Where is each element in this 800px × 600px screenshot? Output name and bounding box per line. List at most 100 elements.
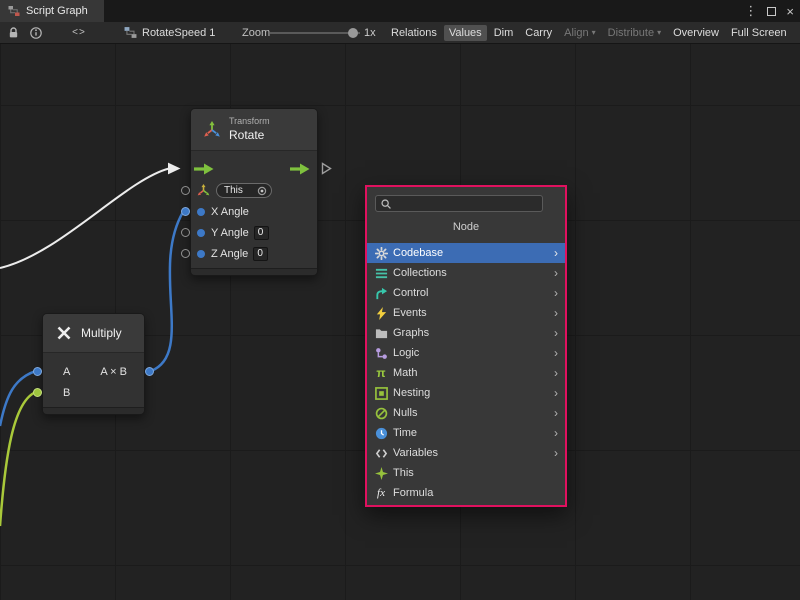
chevron-right-icon: › bbox=[554, 286, 558, 300]
z-angle-input-port[interactable] bbox=[181, 249, 190, 258]
chevron-right-icon: › bbox=[554, 266, 558, 280]
multiply-node-header[interactable]: Multiply bbox=[43, 314, 144, 353]
logic-icon bbox=[374, 346, 388, 360]
transform-node-header[interactable]: Transform Rotate bbox=[191, 109, 317, 151]
multiply-node[interactable]: Multiply A A × B B bbox=[42, 313, 145, 415]
finder-item-time[interactable]: Time› bbox=[367, 423, 565, 443]
lock-icon[interactable] bbox=[3, 22, 23, 43]
finder-item-label: Math bbox=[393, 367, 549, 379]
finder-item-graphs[interactable]: Graphs › bbox=[367, 323, 565, 343]
transform-node-body: This X Angle Y Angle 0 bbox=[191, 151, 317, 268]
toolbar-button-distribute[interactable]: Distribute▾ bbox=[603, 25, 666, 41]
finder-item-control[interactable]: Control› bbox=[367, 283, 565, 303]
zoom-slider[interactable] bbox=[270, 22, 360, 43]
finder-search-input[interactable] bbox=[396, 198, 538, 210]
close-icon[interactable]: × bbox=[786, 4, 794, 19]
graph-toolbar: <> RotateSpeed 1 Zoom 1x RelationsValues… bbox=[0, 22, 800, 44]
tab-script-graph[interactable]: Script Graph bbox=[0, 0, 104, 22]
formula-icon: fx bbox=[374, 486, 388, 500]
finder-header: Node bbox=[367, 221, 565, 233]
finder-item-this[interactable]: This bbox=[367, 463, 565, 483]
toolbar-button-full-screen[interactable]: Full Screen bbox=[726, 25, 792, 41]
white-flow-wire bbox=[0, 169, 169, 269]
result-output-port[interactable] bbox=[145, 367, 154, 376]
green-value-wire-left bbox=[0, 392, 36, 526]
finder-item-nulls[interactable]: Nulls› bbox=[367, 403, 565, 423]
b-input-port[interactable] bbox=[33, 388, 42, 397]
blue-value-wire-multiply-to-xangle bbox=[151, 212, 183, 371]
toolbar-button-overview[interactable]: Overview bbox=[668, 25, 724, 41]
node-footer bbox=[43, 407, 144, 414]
finder-item-label: Codebase bbox=[393, 247, 549, 259]
folder-icon bbox=[374, 326, 388, 340]
clock-icon bbox=[374, 426, 388, 440]
toolbar-button-relations[interactable]: Relations bbox=[386, 25, 442, 41]
toolbar-button-label: Align bbox=[564, 27, 588, 39]
node-category: Transform bbox=[229, 116, 270, 127]
zoom-slider-knob[interactable] bbox=[348, 28, 358, 38]
maximize-icon[interactable] bbox=[767, 7, 776, 16]
finder-item-label: Variables bbox=[393, 447, 549, 459]
toolbar-button-label: Distribute bbox=[608, 27, 654, 39]
this-port-row[interactable]: This bbox=[191, 180, 317, 201]
z-angle-value-field[interactable]: 0 bbox=[253, 247, 268, 261]
y-angle-value-field[interactable]: 0 bbox=[254, 226, 269, 240]
finder-item-label: Graphs bbox=[393, 327, 549, 339]
chevron-right-icon: › bbox=[554, 426, 558, 440]
gear-icon bbox=[374, 246, 388, 260]
multiply-row-b[interactable]: B bbox=[43, 382, 144, 403]
code-toggle-icon[interactable]: <> bbox=[64, 22, 94, 43]
this-object-field[interactable]: This bbox=[216, 183, 272, 198]
null-icon bbox=[374, 406, 388, 420]
flow-input-port[interactable] bbox=[194, 163, 214, 178]
x-angle-row[interactable]: X Angle bbox=[191, 201, 317, 222]
lightning-icon bbox=[374, 306, 388, 320]
this-field-value: This bbox=[224, 185, 243, 196]
transform-axes-icon bbox=[203, 121, 221, 139]
z-angle-row[interactable]: Z Angle 0 bbox=[191, 243, 317, 264]
graph-breadcrumb[interactable]: RotateSpeed 1 bbox=[124, 22, 215, 43]
toolbar-button-values[interactable]: Values bbox=[444, 25, 487, 41]
chevron-right-icon: › bbox=[554, 346, 558, 360]
finder-item-collections[interactable]: Collections› bbox=[367, 263, 565, 283]
multiply-row-a[interactable]: A A × B bbox=[43, 361, 144, 382]
graph-canvas[interactable]: Transform Rotate bbox=[0, 44, 800, 600]
variables-icon bbox=[374, 446, 388, 460]
port-label: X Angle bbox=[211, 206, 249, 218]
kebab-menu-icon[interactable]: ⋮ bbox=[744, 3, 757, 19]
script-graph-icon bbox=[8, 5, 20, 17]
toolbar-button-dim[interactable]: Dim bbox=[489, 25, 519, 41]
transform-rotate-node[interactable]: Transform Rotate bbox=[190, 108, 318, 276]
y-angle-input-port[interactable] bbox=[181, 228, 190, 237]
flow-output-port[interactable] bbox=[290, 163, 310, 178]
finder-item-nesting[interactable]: Nesting› bbox=[367, 383, 565, 403]
this-icon bbox=[374, 466, 388, 480]
graph-asset-icon bbox=[124, 26, 137, 39]
a-input-port[interactable] bbox=[33, 367, 42, 376]
multiply-node-body: A A × B B bbox=[43, 353, 144, 407]
port-label: Z Angle bbox=[211, 248, 248, 260]
tab-bar: Script Graph ⋮ × bbox=[0, 0, 800, 22]
finder-item-math[interactable]: πMath› bbox=[367, 363, 565, 383]
dropdown-caret-icon: ▾ bbox=[657, 28, 661, 37]
this-input-port[interactable] bbox=[181, 186, 190, 195]
finder-item-codebase[interactable]: Codebase› bbox=[367, 243, 565, 263]
chevron-right-icon: › bbox=[554, 326, 558, 340]
result-port-label: A × B bbox=[100, 366, 127, 378]
toolbar-button-label: Values bbox=[449, 27, 482, 39]
finder-search-box[interactable] bbox=[375, 195, 543, 212]
finder-item-events[interactable]: Events› bbox=[367, 303, 565, 323]
y-angle-row[interactable]: Y Angle 0 bbox=[191, 222, 317, 243]
toolbar-button-carry[interactable]: Carry bbox=[520, 25, 557, 41]
toolbar-button-align[interactable]: Align▾ bbox=[559, 25, 600, 41]
finder-item-logic[interactable]: Logic› bbox=[367, 343, 565, 363]
x-angle-input-port[interactable] bbox=[181, 207, 190, 216]
finder-item-variables[interactable]: Variables› bbox=[367, 443, 565, 463]
toolbar-button-label: Full Screen bbox=[731, 27, 787, 39]
info-icon[interactable] bbox=[26, 22, 46, 43]
toolbar-button-label: Carry bbox=[525, 27, 552, 39]
pi-icon: π bbox=[374, 366, 388, 380]
finder-item-formula[interactable]: fxFormula bbox=[367, 483, 565, 503]
node-finder-list: Codebase›Collections›Control›Events›Grap… bbox=[367, 243, 565, 503]
object-picker-icon[interactable] bbox=[257, 186, 267, 196]
